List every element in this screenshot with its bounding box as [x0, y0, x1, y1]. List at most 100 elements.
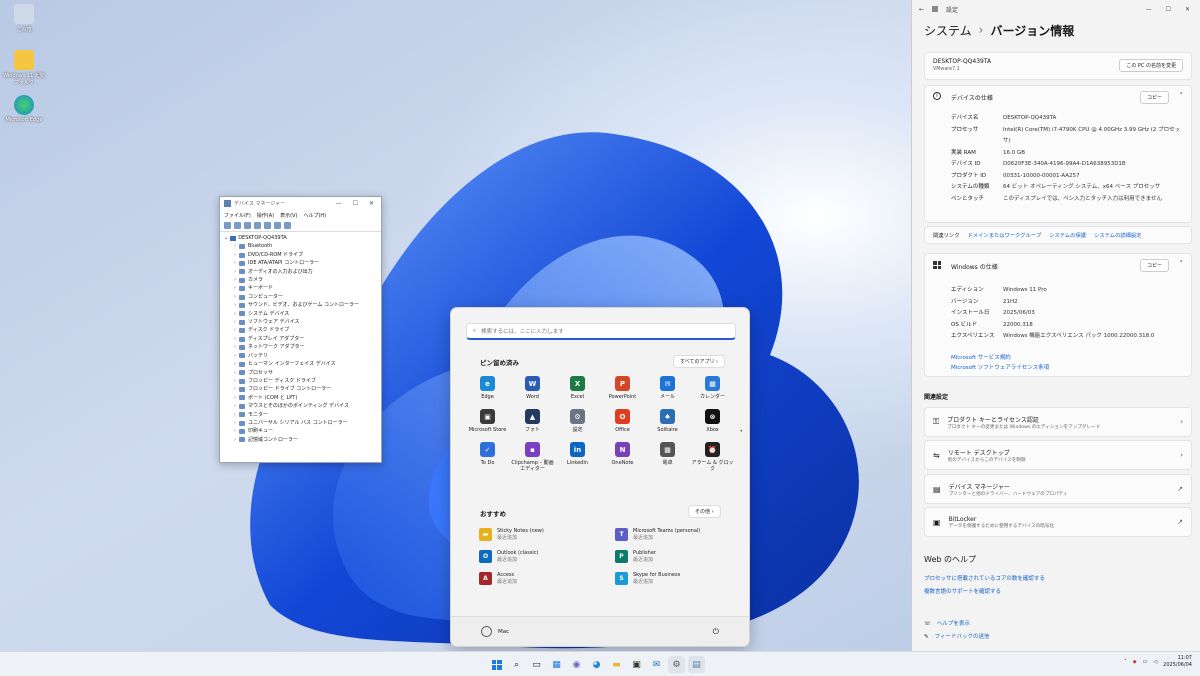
system-protection-link[interactable]: システムの保護	[1049, 231, 1086, 239]
menu-help[interactable]: ヘルプ(H)	[303, 212, 326, 219]
clock[interactable]: 11:07 2025/06/04	[1163, 655, 1192, 669]
tree-node[interactable]: › ユニバーサル シリアル バス コントローラー	[224, 419, 377, 427]
tree-node[interactable]: › IDE ATA/ATAPI コントローラー	[224, 259, 377, 267]
tree-node[interactable]: › ヒューマン インターフェイス デバイス	[224, 360, 377, 368]
related-setting[interactable]: ⚿ プロダクト キーとライセンス認証 プロダクト キーの変更または Windows …	[924, 407, 1192, 437]
forward-icon[interactable]	[234, 222, 241, 229]
recommended-item[interactable]: O Outlook (classic) 最近追加	[479, 550, 615, 563]
update-driver-icon[interactable]	[264, 222, 271, 229]
pinned-app[interactable]: ⊗ Xbox	[690, 409, 735, 433]
widgets-icon[interactable]: ▦	[548, 656, 565, 673]
tree-node[interactable]: › プロセッサ	[224, 369, 377, 377]
user-avatar-icon[interactable]	[481, 626, 492, 637]
recommended-item[interactable]: A Access 最近追加	[479, 572, 615, 585]
close-icon[interactable]: ✕	[369, 200, 374, 207]
monitor-icon[interactable]	[284, 222, 291, 229]
breadcrumb-parent[interactable]: システム	[924, 22, 972, 39]
menu-file[interactable]: ファイル(F)	[224, 212, 251, 219]
search-input[interactable]: ⌕ 検索するには、ここに入力します	[466, 323, 736, 340]
scan-icon[interactable]	[274, 222, 281, 229]
tree-node[interactable]: › キーボード	[224, 284, 377, 292]
pinned-app[interactable]: ⏰ アラーム & クロック	[690, 442, 735, 472]
back-icon[interactable]	[224, 222, 231, 229]
tree-node[interactable]: › ポート (COM と LPT)	[224, 394, 377, 402]
start-button[interactable]	[488, 656, 505, 673]
chevron-up-icon[interactable]: ˄	[1180, 260, 1184, 268]
service-agreement-link[interactable]: Microsoft サービス規約	[951, 353, 1049, 363]
tree-node[interactable]: › ディスク ドライブ	[224, 326, 377, 334]
tree-node[interactable]: › ディスプレイ アダプター	[224, 335, 377, 343]
search-icon[interactable]: ⌕	[508, 656, 525, 673]
pinned-app[interactable]: ▣ Microsoft Store	[465, 409, 510, 433]
tree-node[interactable]: › ソフトウェア デバイス	[224, 318, 377, 326]
pinned-app[interactable]: e Edge	[465, 376, 510, 400]
pinned-app[interactable]: ♠ Solitaire	[645, 409, 690, 433]
chat-icon[interactable]: ◉	[568, 656, 585, 673]
recommended-item[interactable]: S Skype for Business 最近追加	[615, 572, 729, 585]
antivirus-icon[interactable]: ◆	[1133, 659, 1137, 665]
task-view-icon[interactable]: ▭	[528, 656, 545, 673]
maximize-icon[interactable]: ☐	[353, 200, 358, 207]
advanced-system-settings-link[interactable]: システムの詳細設定	[1094, 231, 1142, 239]
settings-gear-icon[interactable]: ⚙	[668, 656, 685, 673]
related-setting[interactable]: ▣ BitLocker データを保護するために使用するデバイスの暗号化 ↗	[924, 507, 1192, 537]
minimize-icon[interactable]: —	[336, 200, 342, 207]
maximize-icon[interactable]: ☐	[1166, 6, 1171, 13]
tree-node[interactable]: › カメラ	[224, 276, 377, 284]
tree-node[interactable]: › オーディオの入力および出力	[224, 268, 377, 276]
tree-node[interactable]: › Bluetooth	[224, 242, 377, 250]
recommended-item[interactable]: P Publisher 最近追加	[615, 550, 729, 563]
license-terms-link[interactable]: Microsoft ソフトウェアライセンス条項	[951, 363, 1049, 373]
pinned-app[interactable]: ⚙ 設定	[555, 409, 600, 433]
tree-node[interactable]: › DVD/CD-ROM ドライブ	[224, 251, 377, 259]
all-apps-button[interactable]: すべてのアプリ ›	[673, 355, 726, 368]
pinned-app[interactable]: ✓ To Do	[465, 442, 510, 472]
pinned-app[interactable]: ▦ 電卓	[645, 442, 690, 472]
pinned-app[interactable]: in LinkedIn	[555, 442, 600, 472]
user-name[interactable]: Mac	[498, 629, 509, 635]
desktop-icon-recycle-bin[interactable]: ごみ箱	[2, 4, 46, 33]
pinned-app[interactable]: O Office	[600, 409, 645, 433]
pinned-app[interactable]: W Word	[510, 376, 555, 400]
desktop-icon-startup-folder[interactable]: Windows 11 起動フォルダ	[2, 50, 46, 86]
copy-windows-spec-button[interactable]: コピー	[1139, 259, 1169, 272]
menu-view[interactable]: 表示(V)	[280, 212, 297, 219]
pinned-app[interactable]: X Excel	[555, 376, 600, 400]
pinned-app[interactable]: ▦ カレンダー	[690, 376, 735, 400]
tree-node[interactable]: › システム デバイス	[224, 310, 377, 318]
close-icon[interactable]: ✕	[1185, 6, 1190, 13]
pinned-app[interactable]: ✉ メール	[645, 376, 690, 400]
chevron-up-icon[interactable]: ˄	[1180, 92, 1184, 100]
related-setting[interactable]: ⇋ リモート デスクトップ 別のデバイスからこのデバイスを制御 ›	[924, 440, 1192, 470]
tree-node[interactable]: › モニター	[224, 411, 377, 419]
copy-device-spec-button[interactable]: コピー	[1139, 91, 1169, 104]
tree-node[interactable]: › コンピューター	[224, 293, 377, 301]
tree-node[interactable]: › サウンド、ビデオ、およびゲーム コントローラー	[224, 301, 377, 309]
desktop-icon-edge[interactable]: Microsoft Edge	[2, 95, 46, 123]
properties-icon[interactable]	[244, 222, 251, 229]
pinned-app[interactable]: ▲ フォト	[510, 409, 555, 433]
volume-icon[interactable]: ◁	[1153, 659, 1157, 665]
tree-root[interactable]: ⌄ DESKTOP-QQ439TA	[224, 234, 377, 242]
tree-node[interactable]: › フロッピー ディスク ドライブ	[224, 377, 377, 385]
help-icon[interactable]	[254, 222, 261, 229]
page-indicator[interactable]: •	[739, 428, 743, 435]
device-manager-taskbar-icon[interactable]: ▤	[688, 656, 705, 673]
power-icon[interactable]: ⏻	[713, 627, 719, 637]
minimize-icon[interactable]: —	[1146, 6, 1152, 13]
recommended-item[interactable]: T Microsoft Teams (personal) 最近追加	[615, 528, 729, 541]
pinned-app[interactable]: N OneNote	[600, 442, 645, 472]
device-manager-titlebar[interactable]: デバイス マネージャー — ☐ ✕	[220, 197, 381, 210]
pinned-app[interactable]: P PowerPoint	[600, 376, 645, 400]
cpu-cores-link[interactable]: プロセッサに搭載されているコアの数を確認する	[924, 573, 1045, 586]
store-icon[interactable]: ▣	[628, 656, 645, 673]
edge-icon[interactable]: ◕	[588, 656, 605, 673]
back-arrow-icon[interactable]: ←	[919, 6, 924, 13]
tree-node[interactable]: › バッテリ	[224, 352, 377, 360]
file-explorer-icon[interactable]: ▬	[608, 656, 625, 673]
tree-node[interactable]: › 印刷キュー	[224, 427, 377, 435]
more-button[interactable]: その他 ›	[688, 505, 721, 518]
related-setting[interactable]: ▤ デバイス マネージャー プリンターと他のドライバー、ハードウェアのプロパティ ↗	[924, 474, 1192, 504]
rename-pc-button[interactable]: この PC の名前を変更	[1119, 59, 1183, 72]
pinned-app[interactable]: ▪ Clipchamp – 動画エディター	[510, 442, 555, 472]
